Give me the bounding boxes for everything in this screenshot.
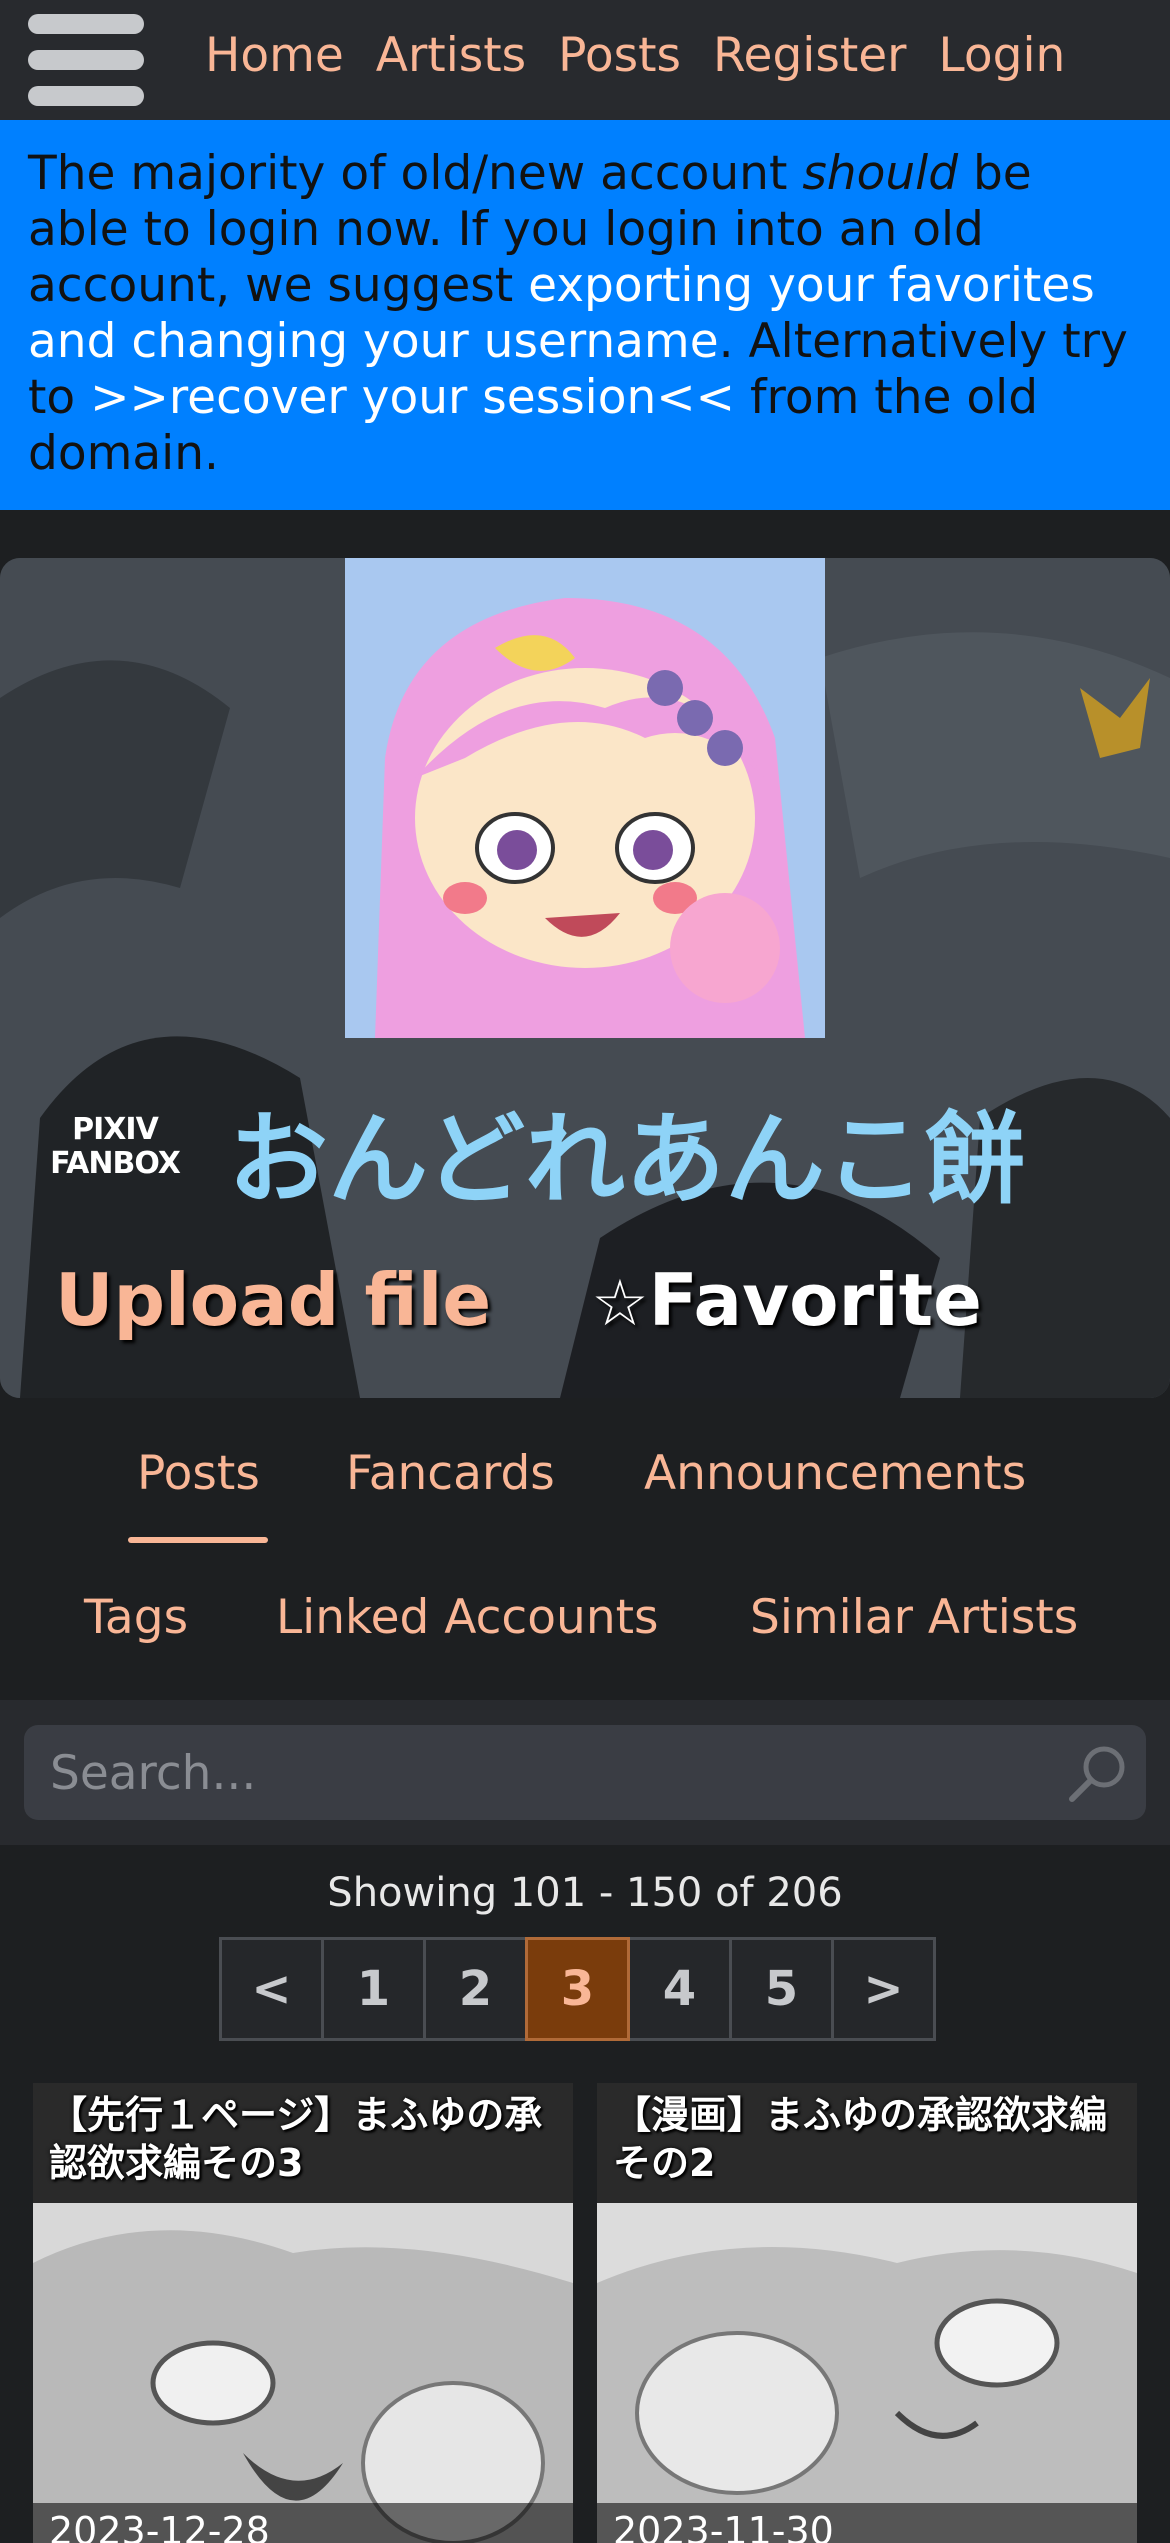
- page-5-button[interactable]: 5: [729, 1937, 834, 2041]
- notice-text: The majority of old/new account: [28, 146, 803, 201]
- star-icon: ☆: [591, 1267, 649, 1341]
- favorite-label: Favorite: [648, 1258, 982, 1342]
- nav-posts-link[interactable]: Posts: [558, 28, 681, 83]
- nav-home-link[interactable]: Home: [205, 28, 344, 83]
- nav-register-link[interactable]: Register: [713, 28, 907, 83]
- notice-emphasis: should: [802, 146, 959, 201]
- page-4-button[interactable]: 4: [627, 1937, 732, 2041]
- artist-avatar[interactable]: [345, 558, 825, 1038]
- upload-file-button[interactable]: Upload file: [55, 1258, 491, 1342]
- nav-artists-link[interactable]: Artists: [376, 28, 526, 83]
- announcement-banner: The majority of old/new account should b…: [0, 120, 1170, 510]
- search-bar: [24, 1725, 1146, 1822]
- tab-announcements[interactable]: Announcements: [644, 1446, 1026, 1501]
- service-logo-line: FANBOX: [50, 1146, 181, 1181]
- nav-login-link[interactable]: Login: [939, 28, 1066, 83]
- tab-similar-artists[interactable]: Similar Artists: [750, 1590, 1078, 1645]
- search-input[interactable]: [48, 1725, 1052, 1822]
- tab-linked-accounts[interactable]: Linked Accounts: [276, 1590, 659, 1645]
- page-2-button[interactable]: 2: [423, 1937, 528, 2041]
- change-username-link[interactable]: and changing your username: [28, 314, 719, 369]
- prev-page-button[interactable]: <: [219, 1937, 324, 2041]
- search-icon[interactable]: [1064, 1739, 1132, 1807]
- tab-tags[interactable]: Tags: [84, 1590, 188, 1645]
- nav-links: Home Artists Posts Register Login: [205, 0, 1097, 110]
- top-navbar: Home Artists Posts Register Login: [0, 0, 1170, 120]
- artist-header: PIXIV FANBOX おんどれあんこ餅 Upload file ☆Favori…: [0, 558, 1170, 1398]
- pagination: < 1 2 3 4 5 >: [219, 1937, 936, 2041]
- post-title: 【先行１ページ】まふゆの承認欲求編その3: [49, 2093, 543, 2185]
- active-tab-indicator: [128, 1537, 268, 1543]
- post-date: 2023-11-30: [597, 2503, 1137, 2543]
- menu-icon[interactable]: [28, 14, 144, 106]
- post-date: 2023-12-28: [33, 2503, 573, 2543]
- pixiv-fanbox-logo: PIXIV FANBOX: [50, 1112, 181, 1181]
- artist-actions: Upload file ☆Favorite: [55, 1258, 982, 1342]
- artist-name[interactable]: おんどれあんこ餅: [228, 1078, 1025, 1223]
- tab-posts[interactable]: Posts: [137, 1446, 260, 1501]
- results-count: Showing 101 - 150 of 206: [327, 1870, 843, 1916]
- post-card[interactable]: 【先行１ページ】まふゆの承認欲求編その3 2023-12-28: [33, 2083, 573, 2543]
- post-title: 【漫画】まふゆの承認欲求編その2: [613, 2093, 1108, 2185]
- favorite-button[interactable]: ☆Favorite: [591, 1258, 982, 1342]
- recover-session-link[interactable]: >>recover your session<<: [90, 370, 735, 425]
- service-logo-line: PIXIV: [72, 1112, 159, 1147]
- post-card[interactable]: 【漫画】まふゆの承認欲求編その2 2023-11-30: [597, 2083, 1137, 2543]
- page-3-button-current[interactable]: 3: [525, 1937, 630, 2041]
- page-1-button[interactable]: 1: [321, 1937, 426, 2041]
- tab-fancards[interactable]: Fancards: [346, 1446, 555, 1501]
- next-page-button[interactable]: >: [831, 1937, 936, 2041]
- export-favorites-link[interactable]: exporting your favorites: [528, 258, 1095, 313]
